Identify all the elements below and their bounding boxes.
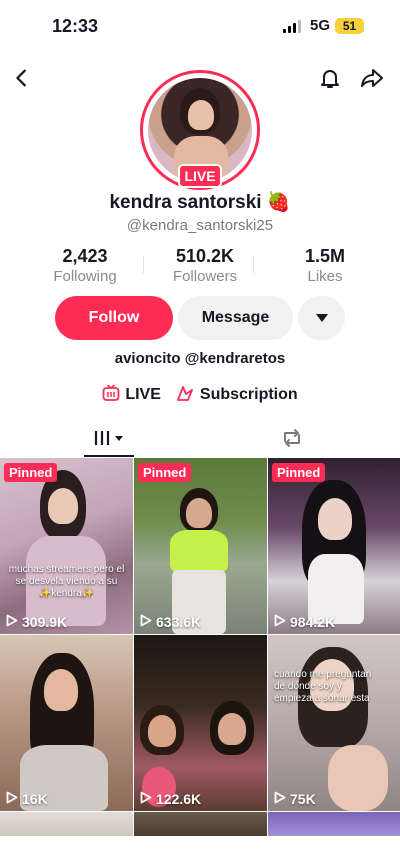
tab-reposts[interactable] xyxy=(278,426,306,454)
live-link[interactable]: LIVE xyxy=(102,384,161,407)
bio-text: avioncito @kendraretos xyxy=(114,350,286,367)
network-type: 5G xyxy=(310,17,331,34)
view-count: 309.9K xyxy=(6,614,67,630)
video-tile[interactable]: cuando me preguntan de dónde soy y empie… xyxy=(268,635,400,811)
pinned-badge: Pinned xyxy=(4,463,58,482)
followers-count: 510.2K xyxy=(175,246,235,266)
view-count: 122.6K xyxy=(140,791,201,807)
subscription-link-label: Subscription xyxy=(199,386,298,403)
videos-grid-icon xyxy=(93,429,127,452)
video-grid: Pinned muchas streamers pero el se desve… xyxy=(0,458,400,836)
stat-divider xyxy=(253,256,254,274)
video-tile[interactable] xyxy=(0,812,133,836)
stat-divider xyxy=(143,256,144,274)
repost-icon xyxy=(280,427,304,454)
view-count: 75K xyxy=(274,791,316,807)
stat-followers[interactable]: 510.2K Followers xyxy=(160,246,250,286)
view-count-text: 309.9K xyxy=(22,614,68,630)
video-tile[interactable]: 122.6K xyxy=(134,635,267,811)
content-tabs xyxy=(0,420,400,458)
view-count-text: 75K xyxy=(290,791,316,807)
play-icon xyxy=(274,791,286,807)
live-tv-icon xyxy=(102,384,120,407)
following-count: 2,423 xyxy=(62,246,108,266)
play-icon xyxy=(6,791,18,807)
view-count: 633.6K xyxy=(140,614,201,630)
message-button[interactable]: Message xyxy=(178,296,293,340)
video-caption: cuando me preguntan de dónde soy y empie… xyxy=(274,669,372,704)
video-tile[interactable]: Pinned muchas streamers pero el se desve… xyxy=(0,458,133,634)
subscription-icon xyxy=(175,384,195,407)
followers-label: Followers xyxy=(172,268,238,285)
video-tile[interactable] xyxy=(268,812,400,836)
play-icon xyxy=(6,614,18,630)
likes-count: 1.5M xyxy=(304,246,346,266)
profile-links: LIVE Subscription xyxy=(0,383,400,407)
following-label: Following xyxy=(53,268,117,285)
caret-down-icon xyxy=(315,309,328,327)
tab-videos[interactable] xyxy=(92,426,128,454)
view-count-text: 122.6K xyxy=(156,791,202,807)
video-tile[interactable]: 16K xyxy=(0,635,133,811)
live-link-label: LIVE xyxy=(125,386,161,403)
live-badge[interactable]: LIVE xyxy=(178,164,222,188)
video-tile[interactable]: Pinned 984.2K xyxy=(268,458,400,634)
subscription-link[interactable]: Subscription xyxy=(175,384,298,407)
video-tile[interactable] xyxy=(134,812,267,836)
bell-icon[interactable] xyxy=(316,64,344,92)
follow-button[interactable]: Follow xyxy=(55,296,173,340)
stat-likes[interactable]: 1.5M Likes xyxy=(280,246,370,286)
play-icon xyxy=(140,791,152,807)
profile-stats: 2,423 Following 510.2K Followers 1.5M Li… xyxy=(40,246,370,286)
username-handle: @kendra_santorski25 xyxy=(126,217,274,234)
signal-icon xyxy=(283,20,303,33)
suggested-accounts-button[interactable] xyxy=(298,296,345,340)
share-icon[interactable] xyxy=(358,64,386,92)
view-count: 984.2K xyxy=(274,614,335,630)
view-count-text: 984.2K xyxy=(290,614,336,630)
play-icon xyxy=(274,614,286,630)
back-icon[interactable] xyxy=(8,64,36,92)
status-time: 12:33 xyxy=(52,16,99,36)
likes-label: Likes xyxy=(307,268,343,285)
video-caption: muchas streamers pero el se desvela vien… xyxy=(8,564,125,599)
view-count-text: 16K xyxy=(22,791,48,807)
view-count-text: 633.6K xyxy=(156,614,202,630)
battery-indicator: 51 xyxy=(335,18,364,34)
pinned-badge: Pinned xyxy=(272,463,326,482)
stat-following[interactable]: 2,423 Following xyxy=(40,246,130,286)
video-tile[interactable]: Pinned 633.6K xyxy=(134,458,267,634)
view-count: 16K xyxy=(6,791,48,807)
display-name: kendra santorski 🍓 xyxy=(109,192,291,213)
pinned-badge: Pinned xyxy=(138,463,192,482)
active-tab-indicator xyxy=(84,455,134,457)
status-bar: 12:33 5G 51 xyxy=(0,0,400,52)
play-icon xyxy=(140,614,152,630)
